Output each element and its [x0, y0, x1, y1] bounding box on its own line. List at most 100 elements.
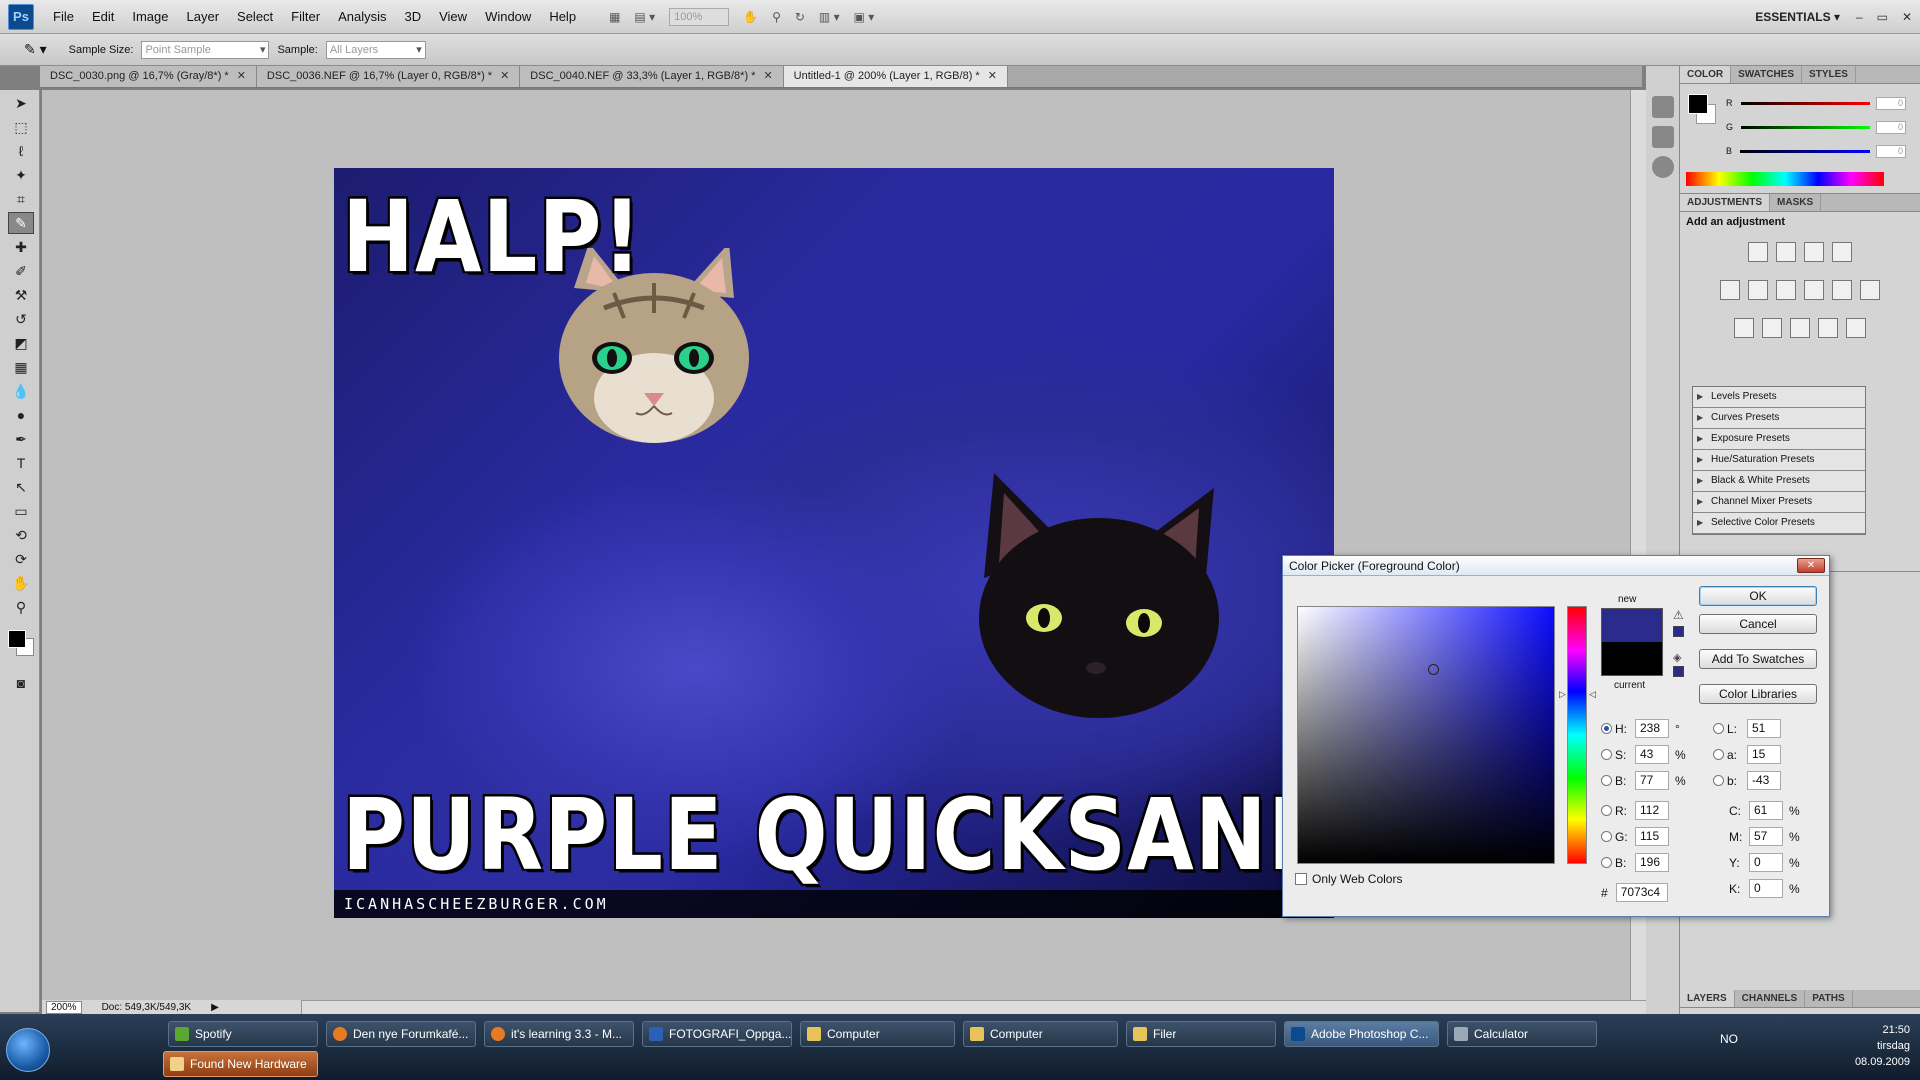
- found-new-hardware-notice[interactable]: Found New Hardware: [163, 1051, 318, 1077]
- web-safe-cube-icon[interactable]: ◈: [1673, 651, 1681, 664]
- dodge-tool-icon[interactable]: ●: [8, 404, 34, 426]
- lab-b-field[interactable]: -43: [1747, 771, 1781, 790]
- photoshop-logo-icon[interactable]: Ps: [8, 3, 34, 30]
- green-radio[interactable]: [1601, 831, 1612, 842]
- workspace-switcher[interactable]: ESSENTIALS ▾: [1755, 0, 1840, 34]
- only-web-colors-option[interactable]: Only Web Colors: [1295, 872, 1402, 886]
- status-zoom-field[interactable]: 200%: [46, 1000, 82, 1014]
- preset-black-white[interactable]: Black & White Presets: [1693, 471, 1865, 492]
- taskbar-calculator[interactable]: Calculator: [1447, 1021, 1597, 1047]
- green-field[interactable]: 115: [1635, 827, 1669, 846]
- close-icon[interactable]: ✕: [988, 70, 997, 82]
- menu-help[interactable]: Help: [540, 0, 585, 34]
- black-field[interactable]: 0: [1749, 879, 1783, 898]
- red-radio[interactable]: [1601, 805, 1612, 816]
- gamut-swatch[interactable]: [1673, 626, 1684, 637]
- taskbar-fotografi[interactable]: FOTOGRAFI_Oppga...: [642, 1021, 792, 1047]
- brightness-icon[interactable]: [1748, 242, 1768, 262]
- menu-file[interactable]: File: [44, 0, 83, 34]
- color-balance-icon[interactable]: [1776, 280, 1796, 300]
- hand-tool-icon[interactable]: ✋: [743, 10, 758, 24]
- system-tray-clock[interactable]: 21:50 tirsdag 08.09.2009: [1855, 1022, 1910, 1070]
- hue-saturation-icon[interactable]: [1748, 280, 1768, 300]
- curves-icon[interactable]: [1804, 242, 1824, 262]
- navigator-icon[interactable]: [1652, 96, 1674, 118]
- blue-slider-bar[interactable]: [1740, 149, 1870, 153]
- menu-filter[interactable]: Filter: [282, 0, 329, 34]
- lab-l-field[interactable]: 51: [1747, 719, 1781, 738]
- preset-channel-mixer[interactable]: Channel Mixer Presets: [1693, 492, 1865, 513]
- hue-slider[interactable]: [1567, 606, 1587, 864]
- threshold-icon[interactable]: [1790, 318, 1810, 338]
- lab-a-field[interactable]: 15: [1747, 745, 1781, 764]
- tab-color[interactable]: COLOR: [1680, 66, 1732, 83]
- tab-styles[interactable]: STYLES: [1802, 66, 1856, 83]
- menu-3d[interactable]: 3D: [395, 0, 430, 34]
- preset-exposure[interactable]: Exposure Presets: [1693, 429, 1865, 450]
- taskbar-filer[interactable]: Filer: [1126, 1021, 1276, 1047]
- tab-channels[interactable]: CHANNELS: [1735, 990, 1806, 1007]
- brightness-radio[interactable]: [1601, 775, 1612, 786]
- menu-window[interactable]: Window: [476, 0, 540, 34]
- pen-tool-icon[interactable]: ✒: [8, 428, 34, 450]
- start-button[interactable]: [6, 1028, 50, 1072]
- quick-select-tool-icon[interactable]: ✦: [8, 164, 34, 186]
- sample-size-select[interactable]: Point Sample: [141, 40, 270, 59]
- tab-layers[interactable]: LAYERS: [1680, 990, 1735, 1007]
- exposure-icon[interactable]: [1832, 242, 1852, 262]
- menu-view[interactable]: View: [430, 0, 476, 34]
- taskbar-computer-2[interactable]: Computer: [963, 1021, 1118, 1047]
- document-image[interactable]: HALP! PURPLE QUICKSAND! ICANHASCHEEZBURG…: [334, 168, 1334, 918]
- menu-analysis[interactable]: Analysis: [329, 0, 395, 34]
- blue-radio[interactable]: [1601, 857, 1612, 868]
- red-slider[interactable]: R 0: [1726, 96, 1906, 110]
- preset-levels[interactable]: Levels Presets: [1693, 387, 1865, 408]
- zoom-level-field[interactable]: 100%: [669, 7, 730, 26]
- path-select-icon[interactable]: ↖: [8, 476, 34, 498]
- panel-foreground-swatch[interactable]: [1688, 94, 1708, 114]
- vibrance-icon[interactable]: [1720, 280, 1740, 300]
- saturation-radio[interactable]: [1601, 749, 1612, 760]
- only-web-colors-checkbox[interactable]: [1295, 873, 1307, 885]
- levels-icon[interactable]: [1776, 242, 1796, 262]
- bridge-icon[interactable]: ▦: [609, 10, 620, 24]
- hue-radio[interactable]: [1601, 723, 1612, 734]
- brightness-field[interactable]: 77: [1635, 771, 1669, 790]
- menu-image[interactable]: Image: [123, 0, 177, 34]
- blue-slider[interactable]: B 0: [1726, 144, 1906, 158]
- eyedropper-preset-icon[interactable]: ✎ ▾: [24, 41, 47, 58]
- selective-color-icon[interactable]: [1846, 318, 1866, 338]
- language-indicator[interactable]: NO: [1720, 1032, 1738, 1046]
- green-slider-bar[interactable]: [1741, 125, 1871, 129]
- yellow-field[interactable]: 0: [1749, 853, 1783, 872]
- blur-tool-icon[interactable]: 💧: [8, 380, 34, 402]
- red-value-field[interactable]: 0: [1876, 96, 1906, 110]
- crop-tool-icon[interactable]: ⌗: [8, 188, 34, 210]
- gradient-map-icon[interactable]: [1818, 318, 1838, 338]
- tab-dsc-0036[interactable]: DSC_0036.NEF @ 16,7% (Layer 0, RGB/8*) *…: [256, 66, 521, 87]
- close-button[interactable]: ✕: [1902, 0, 1912, 34]
- zoom-tool-icon[interactable]: ⚲: [772, 10, 781, 24]
- view-extras-icon[interactable]: ▤ ▾: [634, 10, 655, 24]
- marquee-tool-icon[interactable]: ⬚: [8, 116, 34, 138]
- green-value-field[interactable]: 0: [1876, 120, 1906, 134]
- lab-b-radio[interactable]: [1713, 775, 1724, 786]
- hue-slider-right-arrow-icon[interactable]: ◁: [1589, 689, 1596, 700]
- black-white-icon[interactable]: [1804, 280, 1824, 300]
- foreground-color-swatch[interactable]: [8, 630, 26, 648]
- lasso-tool-icon[interactable]: ℓ: [8, 140, 34, 162]
- photo-filter-icon[interactable]: [1832, 280, 1852, 300]
- tab-dsc-0040[interactable]: DSC_0040.NEF @ 33,3% (Layer 1, RGB/8*) *…: [520, 66, 784, 87]
- tab-masks[interactable]: MASKS: [1770, 194, 1822, 211]
- zoom-tool-icon[interactable]: ⚲: [8, 596, 34, 618]
- healing-brush-icon[interactable]: ✚: [8, 236, 34, 258]
- taskbar-spotify[interactable]: Spotify: [168, 1021, 318, 1047]
- green-slider[interactable]: G 0: [1726, 120, 1906, 134]
- magenta-field[interactable]: 57: [1749, 827, 1783, 846]
- 3d-rotate-icon[interactable]: ⟲: [8, 524, 34, 546]
- sample-select[interactable]: All Layers: [325, 40, 426, 59]
- taskbar-its-learning[interactable]: it's learning 3.3 - M...: [484, 1021, 634, 1047]
- ok-button[interactable]: OK: [1699, 586, 1817, 606]
- tab-dsc-0030[interactable]: DSC_0030.png @ 16,7% (Gray/8*) * ✕: [40, 66, 257, 87]
- gradient-tool-icon[interactable]: ▦: [8, 356, 34, 378]
